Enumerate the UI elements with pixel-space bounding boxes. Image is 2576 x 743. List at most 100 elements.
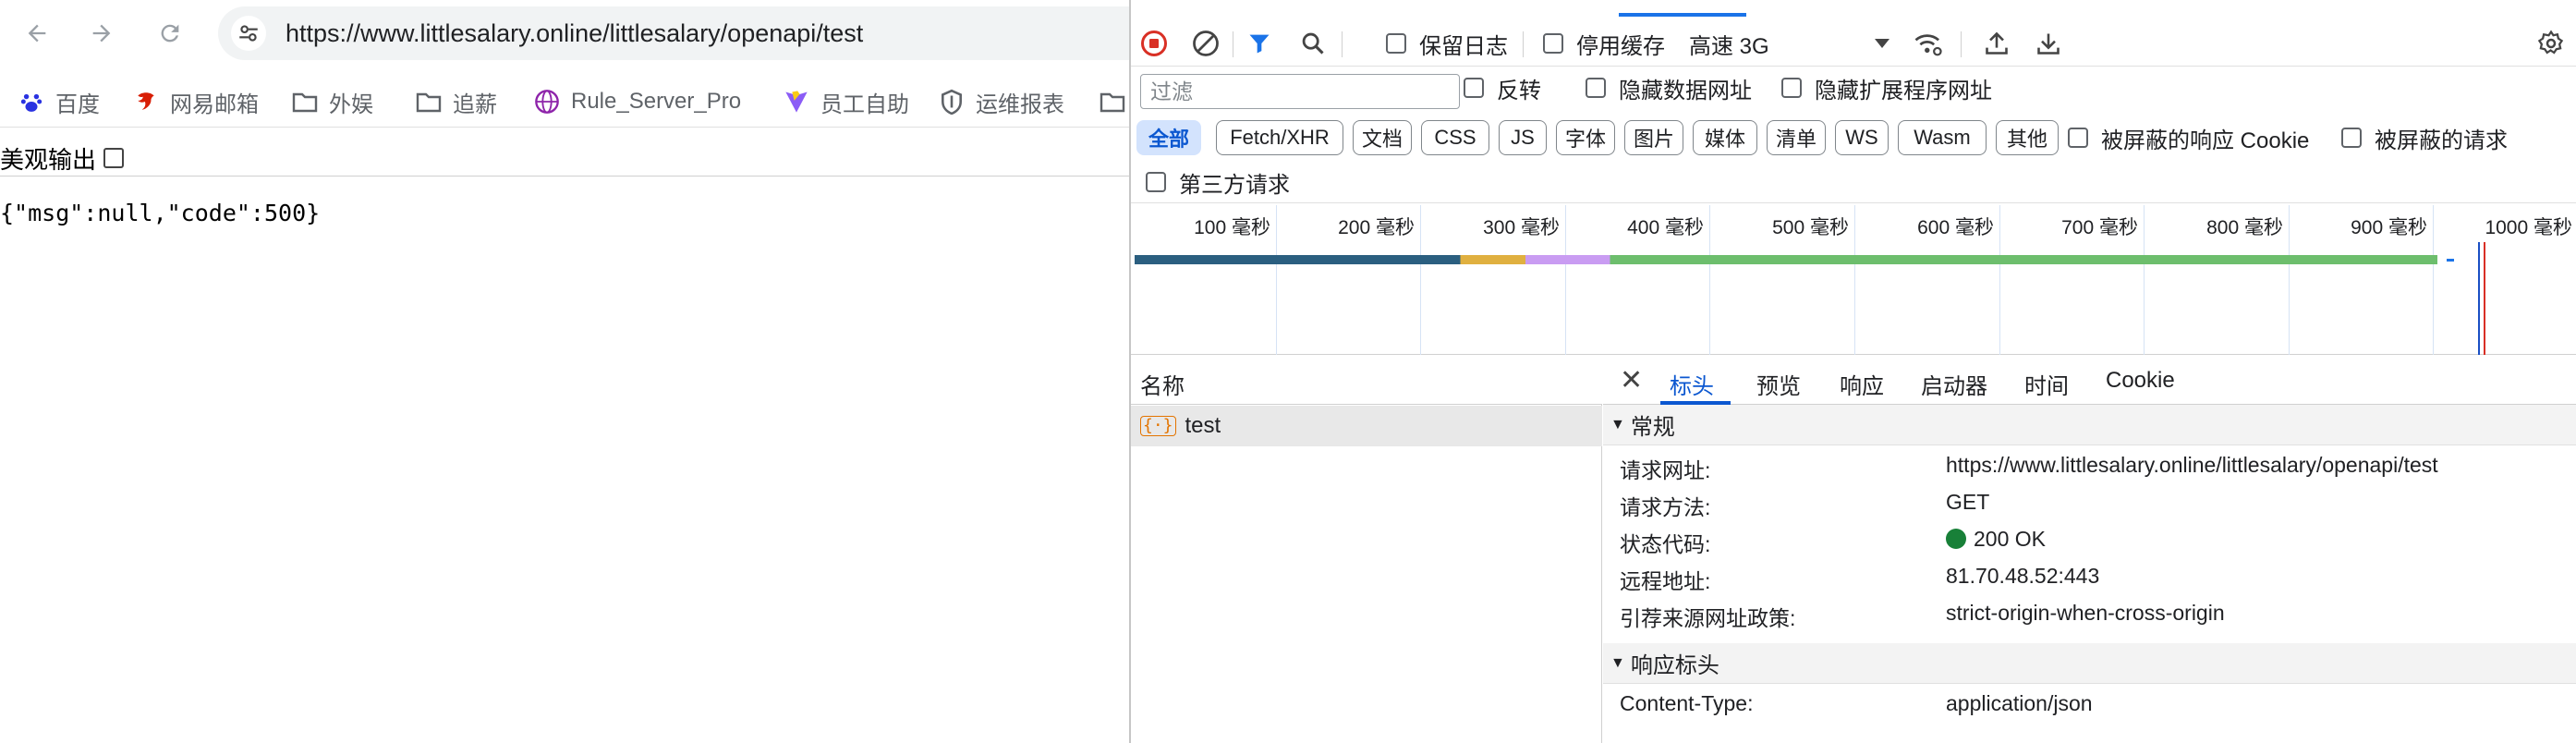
timeline-gridline [1999, 205, 2000, 355]
header-key: 请求方法: [1620, 495, 1711, 519]
download-icon [2037, 33, 2060, 55]
import-har-button[interactable] [1981, 28, 2012, 59]
disable-cache-checkbox[interactable]: 停用缓存 [1543, 28, 1665, 59]
third-party-row: 第三方请求 [1131, 163, 2576, 203]
type-filter-ws[interactable]: WS [1835, 120, 1889, 155]
search-button[interactable] [1297, 28, 1329, 59]
filter-row: 过滤 反转 隐藏数据网址 隐藏扩展程序网址 [1131, 68, 2576, 116]
type-filter-other[interactable]: 其他 [1996, 120, 2059, 155]
bookmark-folder-waiyu[interactable]: 外娱 [292, 85, 373, 118]
throttling-dropdown-button[interactable] [1866, 28, 1898, 59]
network-settings-button[interactable] [2535, 28, 2567, 59]
type-filter-doc[interactable]: 文档 [1353, 120, 1412, 155]
globe-icon [534, 89, 560, 115]
request-name: test [1185, 413, 1221, 438]
header-value: strict-origin-when-cross-origin [1946, 601, 2225, 625]
name-column-header[interactable]: 名称 [1131, 357, 1602, 405]
bookmark-folder-zhuixin[interactable]: 追薪 [416, 85, 497, 118]
timeline-tick-label: 1000 毫秒 [2485, 217, 2572, 238]
timeline-overview[interactable]: 100 毫秒 200 毫秒 300 毫秒 400 毫秒 500 毫秒 600 毫秒 700 … [1131, 205, 2576, 355]
record-button[interactable] [1138, 28, 1170, 59]
checkbox-box[interactable] [1146, 172, 1166, 192]
checkbox-box[interactable] [1386, 33, 1406, 54]
site-info-button[interactable] [231, 16, 266, 51]
type-filter-css[interactable]: CSS [1421, 120, 1489, 155]
header-value: GET [1946, 490, 1990, 514]
clear-button[interactable] [1190, 28, 1221, 59]
throttling-value: 高速 3G [1689, 33, 1769, 59]
invert-checkbox[interactable]: 反转 [1464, 72, 1541, 104]
checkbox-box[interactable] [1781, 78, 1802, 98]
type-filter-js[interactable]: JS [1499, 120, 1547, 155]
response-body: {"msg":null,"code":500} [0, 200, 321, 226]
checkbox-box[interactable] [1543, 33, 1563, 54]
header-value: https://www.littlesalary.online/littlesa… [1946, 453, 2438, 477]
checkbox-box[interactable] [2068, 128, 2088, 148]
tab-initiator[interactable]: 启动器 [1921, 368, 1987, 400]
blocked-requests-checkbox[interactable]: 被屏蔽的请求 [2341, 122, 2508, 153]
shield-icon [939, 89, 965, 115]
header-key: 状态代码: [1620, 532, 1711, 556]
tab-preview[interactable]: 预览 [1756, 368, 1801, 400]
bookmark-baidu[interactable]: 百度 [18, 85, 100, 118]
tab-response[interactable]: 响应 [1840, 368, 1884, 400]
devtools-panel: 保留日志 停用缓存 高速 3G 过滤 反转 隐藏数据网址 隐藏扩展程序网址 全部… [1129, 0, 2576, 743]
pretty-print-checkbox[interactable] [103, 148, 125, 168]
general-section-header[interactable]: ▼ 常规 [1603, 405, 2576, 445]
resource-type-filters: 全部 Fetch/XHR 文档 CSS JS 字体 图片 媒体 清单 WS Wa… [1131, 116, 2576, 161]
type-filter-font[interactable]: 字体 [1556, 120, 1615, 155]
bookmark-netease-mail[interactable]: 网易邮箱 [133, 85, 259, 118]
forward-button[interactable] [81, 13, 122, 54]
request-row[interactable]: {·} test [1131, 406, 1602, 446]
back-button[interactable] [17, 13, 57, 54]
fetch-request-icon: {·} [1140, 416, 1176, 436]
section-title: 常规 [1630, 415, 1675, 440]
divider [1342, 31, 1343, 57]
network-conditions-button[interactable] [1913, 28, 1944, 59]
timeline-gridline [2144, 205, 2145, 355]
preserve-log-checkbox[interactable]: 保留日志 [1386, 28, 1508, 59]
export-har-button[interactable] [2033, 28, 2064, 59]
netease-mail-icon [133, 89, 159, 115]
filter-icon [1249, 34, 1270, 54]
type-filter-img[interactable]: 图片 [1624, 120, 1683, 155]
close-details-icon[interactable]: ✕ [1620, 364, 1643, 396]
type-filter-wasm[interactable]: Wasm [1898, 120, 1987, 155]
type-filter-manifest[interactable]: 清单 [1767, 120, 1826, 155]
timeline-tick-label: 300 毫秒 [1483, 217, 1560, 238]
section-title: 响应标头 [1630, 653, 1719, 678]
bookmark-ops-report[interactable]: 运维报表 [939, 85, 1064, 118]
url-text[interactable]: https://www.littlesalary.online/littlesa… [286, 19, 863, 48]
tab-cookies[interactable]: Cookie [2106, 368, 2175, 394]
bookmark-rule-server-pro[interactable]: Rule_Server_Pro [534, 85, 741, 118]
hide-extension-urls-label: 隐藏扩展程序网址 [1815, 78, 1992, 104]
reload-button[interactable] [150, 13, 190, 54]
filter-input[interactable]: 过滤 [1140, 74, 1460, 109]
third-party-checkbox[interactable]: 第三方请求 [1146, 166, 1290, 198]
type-filter-all[interactable]: 全部 [1136, 120, 1201, 155]
type-filter-media[interactable]: 媒体 [1693, 120, 1757, 155]
type-filter-fetch-xhr[interactable]: Fetch/XHR [1216, 120, 1343, 155]
response-headers-section-header[interactable]: ▼ 响应标头 [1603, 643, 2576, 684]
triangle-down-icon: ▼ [1610, 416, 1625, 432]
general-row-remote: 远程地址: 81.70.48.52:443 [1603, 558, 2576, 595]
blocked-cookies-checkbox[interactable]: 被屏蔽的响应 Cookie [2068, 122, 2309, 153]
throttling-select[interactable]: 高速 3G [1689, 28, 1769, 59]
gear-icon [2537, 30, 2564, 55]
header-value: application/json [1946, 691, 2093, 715]
general-row-referrer-policy: 引荐来源网址政策: strict-origin-when-cross-origi… [1603, 595, 2576, 632]
bookmark-employee-self-service[interactable]: 员工自助 [784, 85, 909, 118]
pretty-print-toggle[interactable]: 美观输出 [0, 139, 125, 177]
address-bar[interactable]: https://www.littlesalary.online/littlesa… [218, 6, 1142, 60]
hide-extension-urls-checkbox[interactable]: 隐藏扩展程序网址 [1781, 72, 1992, 104]
checkbox-box[interactable] [1464, 78, 1484, 98]
filter-toggle-button[interactable] [1244, 28, 1275, 59]
general-row-url: 请求网址: https://www.littlesalary.online/li… [1603, 447, 2576, 484]
checkbox-box[interactable] [1586, 78, 1606, 98]
tab-timing[interactable]: 时间 [2024, 368, 2069, 400]
search-icon [1302, 32, 1324, 55]
hide-data-urls-checkbox[interactable]: 隐藏数据网址 [1586, 72, 1752, 104]
timeline-gridline [1565, 205, 1566, 355]
tab-headers[interactable]: 标头 [1670, 368, 1714, 400]
checkbox-box[interactable] [2341, 128, 2362, 148]
